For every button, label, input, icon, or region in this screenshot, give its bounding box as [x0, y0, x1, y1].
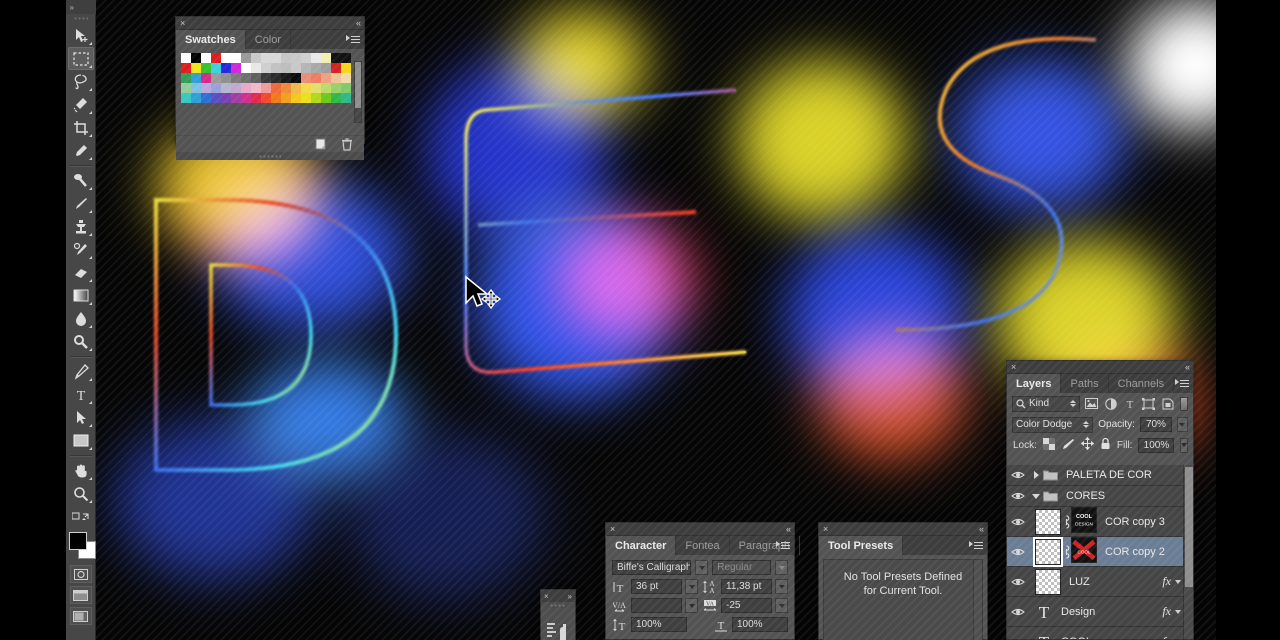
toolbar-divider [69, 165, 92, 166]
color-chips[interactable] [66, 530, 96, 562]
quick-mask-mode-icon[interactable] [69, 565, 92, 583]
tool-history-brush-tool[interactable] [68, 238, 94, 261]
photoshop-window: » T × « Swatches Color × « Character Fon… [0, 0, 1280, 640]
artwork-letters [154, 36, 1168, 472]
toolbar-divider-2 [69, 356, 92, 357]
tool-clone-stamp-tool[interactable] [68, 215, 94, 238]
tool-move-tool[interactable] [68, 24, 94, 47]
tool-horizontal-type-tool[interactable]: T [68, 383, 94, 406]
tool-zoom-tool[interactable] [68, 482, 94, 505]
tools-panel[interactable]: » T [65, 0, 96, 640]
toolbar-divider-3 [69, 455, 92, 456]
tool-hand-tool[interactable] [68, 459, 94, 482]
tool-eraser-tool[interactable] [68, 261, 94, 284]
document-canvas[interactable] [96, 0, 1216, 640]
tool-blur-tool[interactable] [68, 307, 94, 330]
tool-lasso-tool[interactable] [68, 70, 94, 93]
tool-eyedropper-tool[interactable] [68, 139, 94, 162]
tool-spot-healing-brush-tool[interactable] [68, 169, 94, 192]
screen-mode-alt-icon[interactable] [69, 607, 92, 625]
screen-mode-icon[interactable] [69, 586, 92, 604]
tool-crop-tool[interactable] [68, 116, 94, 139]
tool-gradient-tool[interactable] [68, 284, 94, 307]
tool-rectangular-marquee-tool[interactable] [67, 47, 94, 70]
tool-pen-tool[interactable] [68, 360, 94, 383]
svg-text:T: T [76, 389, 85, 403]
tool-quick-selection-tool[interactable] [68, 93, 94, 116]
tool-dodge-tool[interactable] [68, 330, 94, 353]
tool-path-selection-tool[interactable] [68, 406, 94, 429]
tool-edit-toolbar-icon[interactable] [68, 505, 94, 528]
tool-rectangle-tool[interactable] [68, 429, 94, 452]
foreground-color-chip[interactable] [68, 532, 87, 550]
toolbar-collapse-icon[interactable]: » [65, 0, 96, 14]
tool-brush-tool[interactable] [68, 192, 94, 215]
toolbar-grip[interactable] [66, 14, 96, 24]
